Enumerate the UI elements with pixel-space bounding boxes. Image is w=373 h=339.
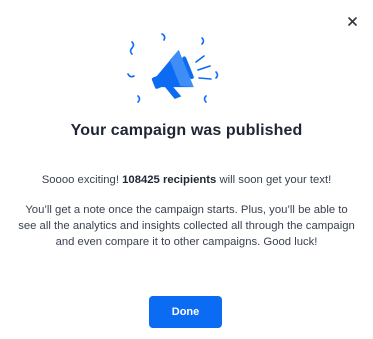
done-button[interactable]: Done bbox=[149, 296, 222, 328]
megaphone-icon bbox=[127, 33, 219, 103]
publish-success-dialog: Your campaign was published Soooo exciti… bbox=[0, 0, 373, 339]
intro-text: Soooo exciting! 108425 recipients will s… bbox=[0, 174, 373, 186]
intro-suffix: will soon get your text! bbox=[216, 174, 332, 186]
intro-prefix: Soooo exciting! bbox=[41, 174, 123, 186]
dialog-body-text: You’ll get a note once the campaign star… bbox=[18, 204, 355, 248]
close-button[interactable] bbox=[343, 12, 361, 30]
recipient-count: 108425 recipients bbox=[122, 174, 217, 186]
dialog-title: Your campaign was published bbox=[70, 122, 303, 139]
close-icon bbox=[347, 16, 357, 26]
